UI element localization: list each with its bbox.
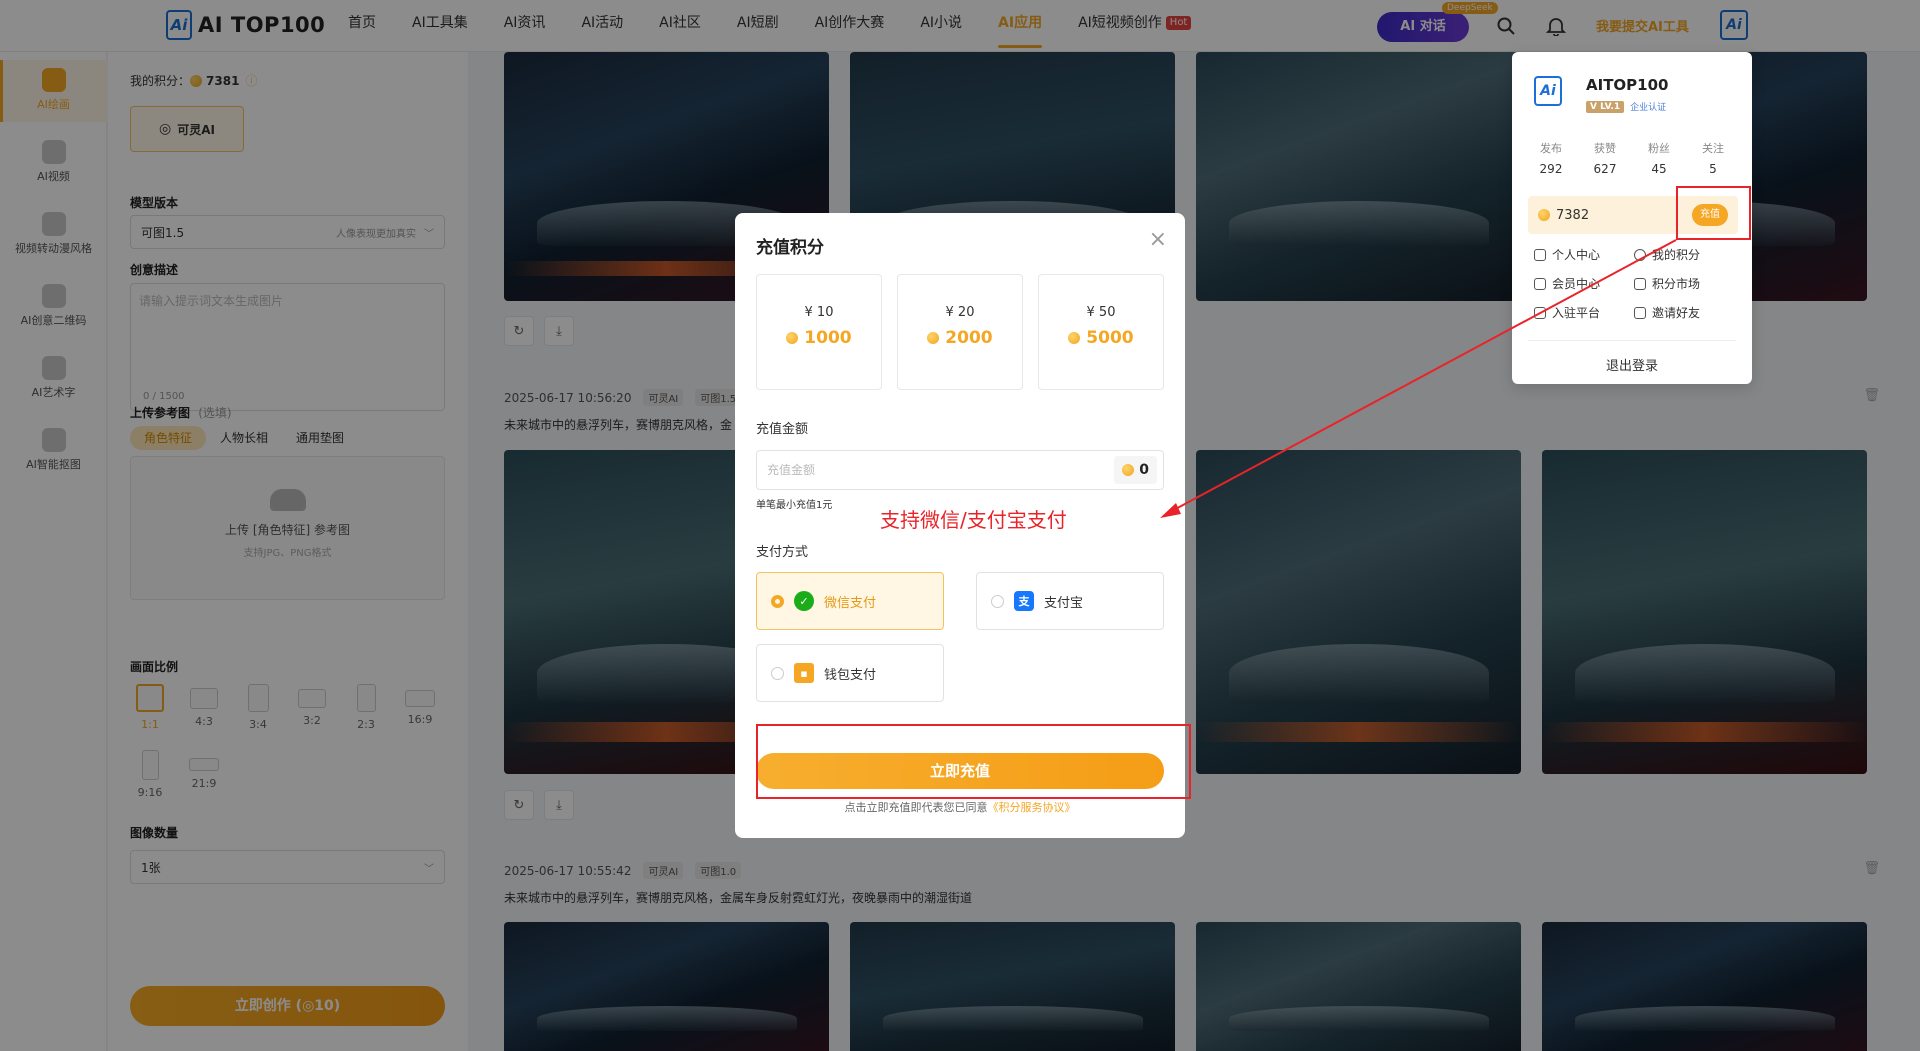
pay-alipay-label: 支付宝 (1044, 595, 1084, 611)
agreement-text: 点击立即充值即代表您已同意 (844, 801, 988, 814)
user-points-value: 7382 (1556, 207, 1590, 223)
stat-likes[interactable]: 获赞 627 (1578, 140, 1632, 176)
coin-icon (786, 332, 799, 344)
package-price: ¥ 10 (804, 305, 834, 320)
menu-label: 积分市场 (1652, 277, 1701, 291)
menu-join-platform[interactable]: 入驻平台 (1534, 304, 1634, 321)
package-price: ¥ 50 (1086, 305, 1116, 320)
coin-icon (1538, 209, 1550, 221)
close-icon[interactable]: × (1149, 229, 1167, 251)
stat-posts[interactable]: 发布 292 (1524, 140, 1578, 176)
wallet-icon: ▪ (794, 663, 814, 683)
user-badges: V LV.1 企业认证 (1586, 100, 1666, 113)
package-50[interactable]: ¥ 50 5000 (1038, 274, 1164, 390)
stat-followers[interactable]: 粉丝 45 (1632, 140, 1686, 176)
divider (1528, 340, 1736, 341)
level-badge: V LV.1 (1586, 100, 1625, 113)
amount-points-value: 0 (1139, 462, 1149, 478)
amount-label: 充值金额 (756, 422, 809, 437)
annotation-text: 支持微信/支付宝支付 (880, 508, 1067, 532)
package-10[interactable]: ¥ 10 1000 (756, 274, 882, 390)
stat-key: 获赞 (1594, 142, 1616, 155)
stat-key: 关注 (1702, 142, 1724, 155)
logout-button[interactable]: 退出登录 (1512, 355, 1752, 374)
annotation-box-confirm (756, 724, 1191, 799)
radio-unselected (771, 666, 784, 680)
package-points-value: 5000 (1086, 328, 1134, 348)
stat-following[interactable]: 关注 5 (1686, 140, 1740, 176)
user-icon (1534, 248, 1546, 261)
amount-input[interactable]: 充值金额 0 (756, 450, 1164, 490)
coin-icon (927, 332, 940, 344)
menu-points-market[interactable]: 积分市场 (1634, 275, 1734, 292)
pay-alipay-option[interactable]: 支 支付宝 (976, 572, 1164, 630)
radio-selected (771, 594, 784, 608)
menu-invite-friends[interactable]: 邀请好友 (1634, 304, 1734, 321)
menu-label: 入驻平台 (1552, 306, 1601, 320)
package-points: 5000 (1039, 328, 1163, 348)
pay-wallet-label: 钱包支付 (824, 667, 877, 683)
pay-wechat-option[interactable]: ✓ 微信支付 (756, 572, 944, 630)
modal-title: 充值积分 (756, 238, 824, 258)
pay-method-label: 支付方式 (756, 545, 809, 560)
package-points-value: 1000 (804, 328, 852, 348)
package-price: ¥ 20 (945, 305, 975, 320)
package-points: 1000 (757, 328, 881, 348)
coin-icon (1068, 332, 1081, 344)
menu-label: 邀请好友 (1652, 306, 1701, 320)
package-points: 2000 (898, 328, 1022, 348)
user-name: AITOP100 (1586, 76, 1669, 94)
user-card-avatar: Ai (1534, 76, 1562, 106)
menu-member-center[interactable]: 会员中心 (1534, 275, 1634, 292)
pay-wallet-option[interactable]: ▪ 钱包支付 (756, 644, 944, 702)
alipay-icon: 支 (1014, 591, 1034, 611)
annotation-box-recharge (1676, 186, 1751, 240)
stat-value: 292 (1539, 162, 1563, 176)
min-recharge-note: 单笔最小充值1元 (756, 500, 833, 511)
menu-label: 个人中心 (1552, 248, 1601, 262)
coin-icon (1122, 464, 1135, 476)
stat-value: 5 (1709, 162, 1717, 176)
diamond-icon (1534, 277, 1546, 290)
flag-icon (1534, 306, 1546, 319)
amount-points-preview: 0 (1114, 456, 1157, 484)
menu-label: 会员中心 (1552, 277, 1601, 291)
radio-unselected (991, 594, 1004, 608)
stat-key: 发布 (1540, 142, 1562, 155)
stat-value: 45 (1651, 162, 1667, 176)
store-icon (1634, 277, 1646, 290)
agreement-note: 点击立即充值即代表您已同意《积分服务协议》 (735, 799, 1185, 815)
agreement-link[interactable]: 《积分服务协议》 (988, 801, 1076, 814)
pay-wechat-label: 微信支付 (824, 595, 877, 611)
user-stats: 发布 292 获赞 627 粉丝 45 关注 5 (1524, 140, 1740, 176)
menu-personal-center[interactable]: 个人中心 (1534, 246, 1634, 263)
menu-my-points[interactable]: 我的积分 (1634, 246, 1734, 263)
add-user-icon (1634, 306, 1646, 319)
enterprise-badge: 企业认证 (1630, 103, 1667, 113)
points-icon (1634, 248, 1646, 261)
amount-placeholder: 充值金额 (767, 463, 816, 477)
stat-value: 627 (1593, 162, 1617, 176)
package-points-value: 2000 (945, 328, 993, 348)
package-20[interactable]: ¥ 20 2000 (897, 274, 1023, 390)
stat-key: 粉丝 (1648, 142, 1670, 155)
user-menu: 个人中心 我的积分 会员中心 积分市场 入驻平台 邀请好友 (1534, 246, 1734, 321)
menu-label: 我的积分 (1652, 248, 1701, 262)
wechat-pay-icon: ✓ (794, 591, 814, 611)
